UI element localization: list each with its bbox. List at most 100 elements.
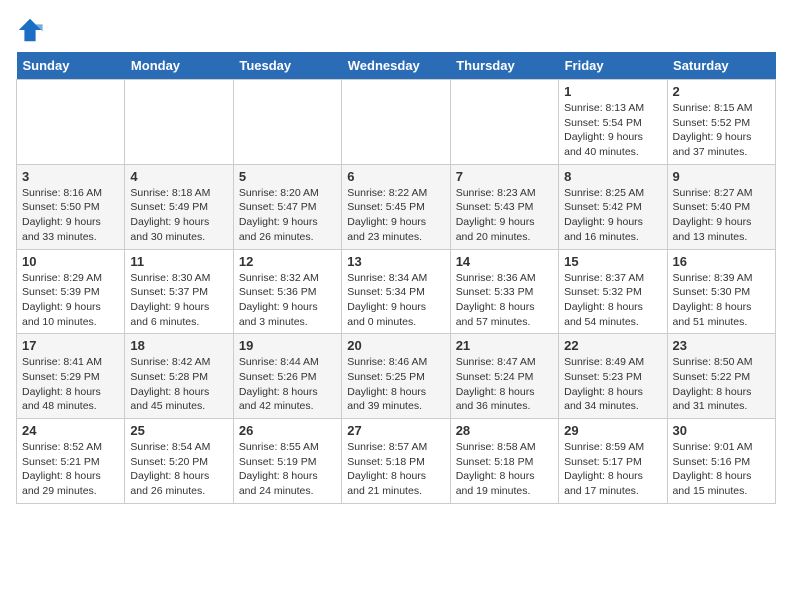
day-number: 7: [456, 169, 553, 184]
day-info: Sunrise: 8:25 AM Sunset: 5:42 PM Dayligh…: [564, 186, 661, 245]
calendar-cell: 12Sunrise: 8:32 AM Sunset: 5:36 PM Dayli…: [233, 249, 341, 334]
day-info: Sunrise: 8:57 AM Sunset: 5:18 PM Dayligh…: [347, 440, 444, 499]
day-info: Sunrise: 8:58 AM Sunset: 5:18 PM Dayligh…: [456, 440, 553, 499]
day-number: 15: [564, 254, 661, 269]
day-info: Sunrise: 8:39 AM Sunset: 5:30 PM Dayligh…: [673, 271, 770, 330]
day-info: Sunrise: 8:36 AM Sunset: 5:33 PM Dayligh…: [456, 271, 553, 330]
day-number: 29: [564, 423, 661, 438]
day-info: Sunrise: 8:15 AM Sunset: 5:52 PM Dayligh…: [673, 101, 770, 160]
calendar-cell: [125, 80, 233, 165]
day-info: Sunrise: 8:27 AM Sunset: 5:40 PM Dayligh…: [673, 186, 770, 245]
day-info: Sunrise: 8:29 AM Sunset: 5:39 PM Dayligh…: [22, 271, 119, 330]
day-number: 19: [239, 338, 336, 353]
day-info: Sunrise: 8:52 AM Sunset: 5:21 PM Dayligh…: [22, 440, 119, 499]
day-info: Sunrise: 8:54 AM Sunset: 5:20 PM Dayligh…: [130, 440, 227, 499]
day-info: Sunrise: 8:13 AM Sunset: 5:54 PM Dayligh…: [564, 101, 661, 160]
day-info: Sunrise: 8:42 AM Sunset: 5:28 PM Dayligh…: [130, 355, 227, 414]
day-info: Sunrise: 8:44 AM Sunset: 5:26 PM Dayligh…: [239, 355, 336, 414]
weekday-header-friday: Friday: [559, 52, 667, 80]
calendar-table: SundayMondayTuesdayWednesdayThursdayFrid…: [16, 52, 776, 504]
weekday-header-thursday: Thursday: [450, 52, 558, 80]
calendar-cell: 23Sunrise: 8:50 AM Sunset: 5:22 PM Dayli…: [667, 334, 775, 419]
day-info: Sunrise: 8:47 AM Sunset: 5:24 PM Dayligh…: [456, 355, 553, 414]
day-number: 30: [673, 423, 770, 438]
day-info: Sunrise: 8:41 AM Sunset: 5:29 PM Dayligh…: [22, 355, 119, 414]
day-number: 26: [239, 423, 336, 438]
day-number: 18: [130, 338, 227, 353]
day-number: 3: [22, 169, 119, 184]
day-info: Sunrise: 8:22 AM Sunset: 5:45 PM Dayligh…: [347, 186, 444, 245]
day-info: Sunrise: 8:20 AM Sunset: 5:47 PM Dayligh…: [239, 186, 336, 245]
day-number: 23: [673, 338, 770, 353]
day-number: 11: [130, 254, 227, 269]
calendar-cell: 24 Sunrise: 8:52 AM Sunset: 5:21 PM Dayli…: [17, 419, 125, 504]
logo-icon: [16, 16, 44, 44]
day-info: Sunrise: 8:59 AM Sunset: 5:17 PM Dayligh…: [564, 440, 661, 499]
calendar-cell: 17 Sunrise: 8:41 AM Sunset: 5:29 PM Dayli…: [17, 334, 125, 419]
header-section: [16, 16, 776, 44]
calendar-cell: [450, 80, 558, 165]
day-number: 10: [22, 254, 119, 269]
day-info: Sunrise: 8:18 AM Sunset: 5:49 PM Dayligh…: [130, 186, 227, 245]
day-number: 27: [347, 423, 444, 438]
calendar-cell: 8 Sunrise: 8:25 AM Sunset: 5:42 PM Daylig…: [559, 164, 667, 249]
weekday-header-wednesday: Wednesday: [342, 52, 450, 80]
day-info: Sunrise: 8:55 AM Sunset: 5:19 PM Dayligh…: [239, 440, 336, 499]
day-number: 24: [22, 423, 119, 438]
day-number: 1: [564, 84, 661, 99]
day-number: 28: [456, 423, 553, 438]
calendar-cell: 21 Sunrise: 8:47 AM Sunset: 5:24 PM Dayli…: [450, 334, 558, 419]
calendar-cell: 14Sunrise: 8:36 AM Sunset: 5:33 PM Dayli…: [450, 249, 558, 334]
day-number: 21: [456, 338, 553, 353]
calendar-cell: 11 Sunrise: 8:30 AM Sunset: 5:37 PM Dayli…: [125, 249, 233, 334]
weekday-header-sunday: Sunday: [17, 52, 125, 80]
calendar-cell: 2 Sunrise: 8:15 AM Sunset: 5:52 PM Daylig…: [667, 80, 775, 165]
calendar-cell: 25 Sunrise: 8:54 AM Sunset: 5:20 PM Dayli…: [125, 419, 233, 504]
day-info: Sunrise: 8:32 AM Sunset: 5:36 PM Dayligh…: [239, 271, 336, 330]
day-number: 2: [673, 84, 770, 99]
calendar-cell: 5 Sunrise: 8:20 AM Sunset: 5:47 PM Daylig…: [233, 164, 341, 249]
weekday-header-monday: Monday: [125, 52, 233, 80]
day-number: 8: [564, 169, 661, 184]
day-info: Sunrise: 8:37 AM Sunset: 5:32 PM Dayligh…: [564, 271, 661, 330]
calendar-cell: 18 Sunrise: 8:42 AM Sunset: 5:28 PM Dayli…: [125, 334, 233, 419]
calendar-cell: 22Sunrise: 8:49 AM Sunset: 5:23 PM Dayli…: [559, 334, 667, 419]
calendar-cell: 26 Sunrise: 8:55 AM Sunset: 5:19 PM Dayli…: [233, 419, 341, 504]
calendar-cell: 28 Sunrise: 8:58 AM Sunset: 5:18 PM Dayli…: [450, 419, 558, 504]
calendar-cell: 1 Sunrise: 8:13 AM Sunset: 5:54 PM Daylig…: [559, 80, 667, 165]
day-number: 17: [22, 338, 119, 353]
calendar-cell: 7 Sunrise: 8:23 AM Sunset: 5:43 PM Daylig…: [450, 164, 558, 249]
weekday-header-tuesday: Tuesday: [233, 52, 341, 80]
calendar-cell: 3 Sunrise: 8:16 AM Sunset: 5:50 PM Daylig…: [17, 164, 125, 249]
day-number: 9: [673, 169, 770, 184]
day-number: 22: [564, 338, 661, 353]
day-number: 16: [673, 254, 770, 269]
day-info: Sunrise: 8:23 AM Sunset: 5:43 PM Dayligh…: [456, 186, 553, 245]
calendar-cell: 6 Sunrise: 8:22 AM Sunset: 5:45 PM Daylig…: [342, 164, 450, 249]
calendar-cell: 13 Sunrise: 8:34 AM Sunset: 5:34 PM Dayli…: [342, 249, 450, 334]
day-number: 25: [130, 423, 227, 438]
calendar-cell: 29 Sunrise: 8:59 AM Sunset: 5:17 PM Dayli…: [559, 419, 667, 504]
logo: [16, 16, 48, 44]
calendar-cell: [233, 80, 341, 165]
day-number: 20: [347, 338, 444, 353]
calendar-cell: 15 Sunrise: 8:37 AM Sunset: 5:32 PM Dayli…: [559, 249, 667, 334]
calendar-cell: 16 Sunrise: 8:39 AM Sunset: 5:30 PM Dayli…: [667, 249, 775, 334]
calendar-cell: 10 Sunrise: 8:29 AM Sunset: 5:39 PM Dayli…: [17, 249, 125, 334]
weekday-header-saturday: Saturday: [667, 52, 775, 80]
calendar-cell: [17, 80, 125, 165]
calendar-cell: 9 Sunrise: 8:27 AM Sunset: 5:40 PM Daylig…: [667, 164, 775, 249]
day-number: 5: [239, 169, 336, 184]
calendar-cell: 20 Sunrise: 8:46 AM Sunset: 5:25 PM Dayli…: [342, 334, 450, 419]
day-info: Sunrise: 9:01 AM Sunset: 5:16 PM Dayligh…: [673, 440, 770, 499]
calendar-cell: 27 Sunrise: 8:57 AM Sunset: 5:18 PM Dayli…: [342, 419, 450, 504]
day-number: 13: [347, 254, 444, 269]
day-number: 6: [347, 169, 444, 184]
day-info: Sunrise: 8:30 AM Sunset: 5:37 PM Dayligh…: [130, 271, 227, 330]
day-number: 4: [130, 169, 227, 184]
calendar-cell: [342, 80, 450, 165]
day-info: Sunrise: 8:16 AM Sunset: 5:50 PM Dayligh…: [22, 186, 119, 245]
day-info: Sunrise: 8:46 AM Sunset: 5:25 PM Dayligh…: [347, 355, 444, 414]
calendar-cell: 4 Sunrise: 8:18 AM Sunset: 5:49 PM Daylig…: [125, 164, 233, 249]
day-info: Sunrise: 8:34 AM Sunset: 5:34 PM Dayligh…: [347, 271, 444, 330]
